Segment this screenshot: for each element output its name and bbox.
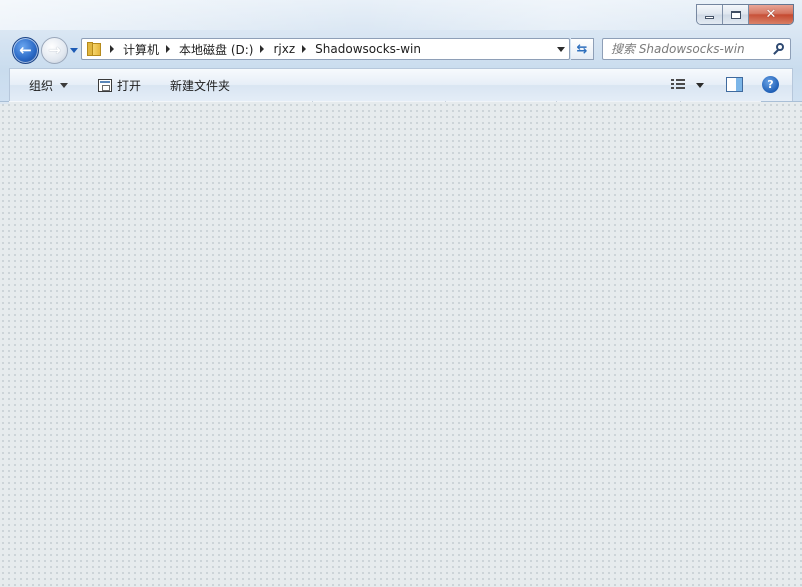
back-arrow-icon: ← (19, 41, 32, 59)
minimize-icon (705, 16, 714, 19)
address-bar[interactable]: 计算机 本地磁盘 (D:) rjxz Shadowsocks-win (81, 38, 570, 60)
breadcrumb-separator-icon[interactable] (302, 45, 307, 53)
preview-pane-icon[interactable] (726, 77, 743, 92)
breadcrumb-separator-icon[interactable] (166, 45, 171, 53)
breadcrumb-computer[interactable]: 计算机 (123, 41, 159, 58)
breadcrumb-rjxz[interactable]: rjxz (273, 42, 295, 56)
refresh-icon: ⇆ (576, 41, 588, 57)
search-box[interactable] (602, 38, 791, 60)
open-icon (98, 79, 112, 92)
nav-pane-edge (0, 102, 9, 104)
breadcrumb-separator-icon[interactable] (110, 45, 114, 53)
forward-button[interactable]: → (41, 37, 68, 64)
new-folder-label: 新建文件夹 (170, 79, 231, 93)
minimize-button[interactable] (697, 5, 723, 24)
view-options-button[interactable] (696, 83, 704, 88)
explorer-window: ✕ ← → 计算机 本地磁盘 (D:) rjxz Shadowsocks-win (0, 0, 802, 587)
back-button[interactable]: ← (12, 37, 39, 64)
file-list-area[interactable] (0, 102, 802, 587)
maximize-button[interactable] (723, 5, 749, 24)
help-icon[interactable]: ? (762, 76, 779, 93)
folder-icon (85, 42, 103, 56)
address-history-button[interactable] (555, 43, 567, 55)
chevron-down-icon (70, 47, 78, 53)
recent-locations-button[interactable] (68, 42, 80, 58)
chevron-down-icon (557, 46, 565, 52)
close-button[interactable]: ✕ (749, 5, 793, 24)
breadcrumb-local-disk[interactable]: 本地磁盘 (D:) (179, 41, 253, 58)
search-icon[interactable] (772, 42, 786, 56)
open-label: 打开 (117, 79, 142, 93)
close-icon: ✕ (765, 7, 777, 22)
maximize-icon (730, 10, 741, 19)
breadcrumb-shadowsocks-win[interactable]: Shadowsocks-win (315, 42, 421, 56)
chevron-down-icon (60, 83, 69, 88)
forward-arrow-icon: → (48, 41, 61, 59)
command-bar: 组织 打开 新建文件夹 ? (9, 68, 793, 101)
new-folder-button[interactable]: 新建文件夹 (170, 77, 230, 94)
breadcrumb-separator-icon[interactable] (260, 45, 265, 53)
organize-label: 组织 (29, 79, 54, 93)
organize-button[interactable]: 组织 (29, 77, 69, 94)
open-button[interactable]: 打开 (98, 77, 141, 94)
refresh-button[interactable]: ⇆ (571, 38, 594, 60)
chevron-down-icon (696, 83, 704, 88)
change-view-icon[interactable] (671, 78, 689, 92)
caption-buttons: ✕ (696, 4, 794, 25)
search-input[interactable] (611, 40, 771, 58)
window-chrome: ✕ ← → 计算机 本地磁盘 (D:) rjxz Shadowsocks-win (0, 0, 802, 102)
